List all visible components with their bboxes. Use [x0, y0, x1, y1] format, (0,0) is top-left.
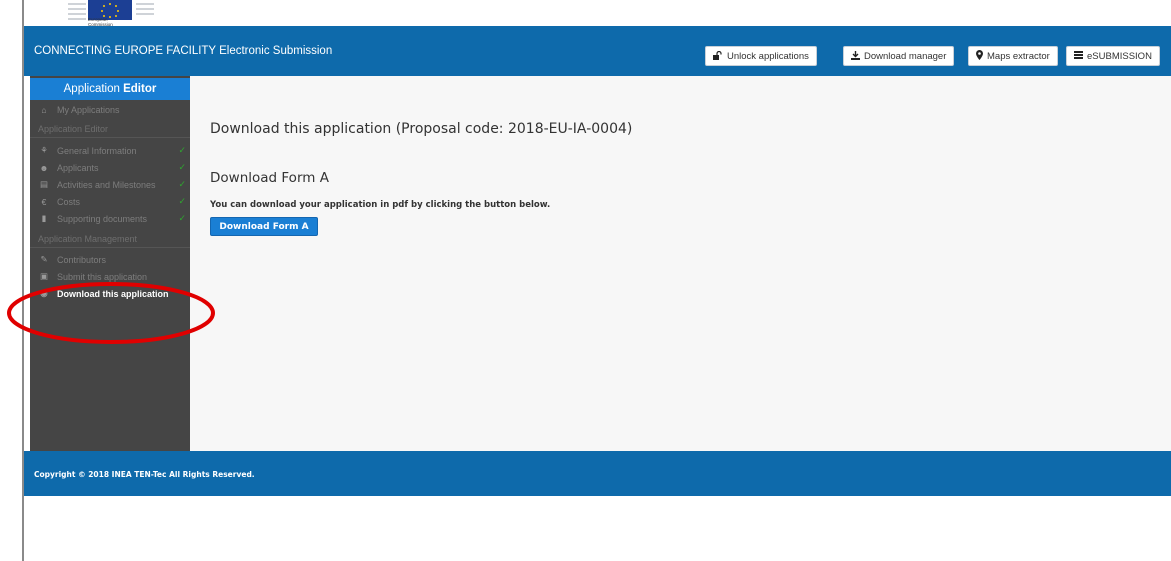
section-title: Download Form A — [210, 170, 329, 186]
submit-icon: ▣ — [39, 271, 49, 281]
file-icon: ▮ — [41, 213, 47, 223]
check-icon: ✓ — [178, 196, 186, 206]
sidebar-item-label: Contributors — [57, 254, 107, 265]
logo-bar — [68, 3, 86, 5]
sidebar-item-submit-this-application[interactable]: ▣ Submit this application — [30, 268, 190, 285]
copyright-text: Copyright © 2018 INEA TEN-Tec All Rights… — [34, 470, 255, 479]
app-title: CONNECTING EUROPE FACILITY Electronic Su… — [34, 45, 333, 57]
sidebar-item-download-this-application[interactable]: ◉ Download this application — [30, 285, 190, 302]
logo-bar — [136, 13, 154, 15]
page-frame: European Commission CONNECTING EUROPE FA… — [0, 0, 1171, 561]
check-icon: ✓ — [178, 179, 186, 189]
home-icon: ⌂ — [41, 104, 47, 115]
download-form-a-button[interactable]: Download Form A — [210, 217, 318, 236]
logo-bar — [68, 18, 86, 20]
sidebar-section-application-management: Application Management — [30, 230, 190, 248]
logo-bar — [136, 3, 154, 5]
logo-strip: European Commission — [24, 0, 1171, 27]
euro-icon: € — [41, 196, 47, 207]
sidebar-item-activities-and-milestones[interactable]: ▤ Activities and Milestones ✓ — [30, 176, 190, 193]
footer: Copyright © 2018 INEA TEN-Tec All Rights… — [24, 451, 1171, 496]
esubmission-button[interactable]: eSUBMISSION — [1066, 46, 1160, 66]
download-manager-label: Download manager — [864, 50, 947, 62]
logo-bar — [136, 8, 154, 10]
sidebar-item-general-information[interactable]: ⚘ General Information ✓ — [30, 142, 190, 159]
top-header: CONNECTING EUROPE FACILITY Electronic Su… — [24, 26, 1171, 76]
check-icon: ✓ — [178, 145, 186, 155]
sidebar-item-my-applications[interactable]: ⌂ My Applications — [30, 101, 190, 118]
check-icon: ✓ — [178, 213, 186, 223]
esubmission-label: eSUBMISSION — [1087, 50, 1152, 62]
maps-extractor-label: Maps extractor — [987, 50, 1050, 62]
download-icon — [851, 50, 860, 62]
sidebar-item-label: Costs — [57, 196, 81, 207]
sidebar-item-label: Supporting documents — [57, 213, 148, 224]
unlock-icon — [713, 50, 723, 62]
sidebar: Application Editor ⌂ My Applications App… — [30, 76, 190, 451]
sidebar-title: Application Editor — [30, 78, 190, 100]
sidebar-item-label: Applicants — [57, 162, 99, 173]
sidebar-item-costs[interactable]: € Costs ✓ — [30, 193, 190, 210]
sidebar-item-label: My Applications — [57, 104, 120, 115]
unlock-applications-button[interactable]: Unlock applications — [705, 46, 817, 66]
sidebar-item-applicants[interactable]: ☻ Applicants ✓ — [30, 159, 190, 176]
sidebar-title-prefix: Application — [63, 83, 124, 95]
map-marker-icon — [976, 50, 983, 62]
pencil-icon: ✎ — [40, 254, 48, 264]
list-icon — [1074, 51, 1083, 61]
main-content: Download this application (Proposal code… — [190, 76, 1171, 451]
european-commission-logo[interactable]: European Commission — [68, 0, 160, 27]
download-circle-icon: ◉ — [40, 288, 48, 298]
users-icon: ☻ — [39, 162, 49, 173]
sitemap-icon: ⚘ — [40, 145, 48, 155]
download-manager-button[interactable]: Download manager — [843, 46, 955, 66]
page-title: Download this application (Proposal code… — [210, 121, 633, 137]
sidebar-item-label: Activities and Milestones — [57, 179, 156, 190]
sidebar-item-contributors[interactable]: ✎ Contributors — [30, 251, 190, 268]
list-alt-icon: ▤ — [39, 179, 49, 189]
instruction-text: You can download your application in pdf… — [210, 200, 551, 210]
sidebar-item-label: Download this application — [57, 288, 169, 299]
sidebar-item-supporting-documents[interactable]: ▮ Supporting documents ✓ — [30, 210, 190, 227]
logo-bar — [68, 8, 86, 10]
sidebar-item-label: General Information — [57, 145, 137, 156]
sidebar-item-label: Submit this application — [57, 271, 148, 282]
sidebar-title-bold: Editor — [123, 83, 157, 95]
maps-extractor-button[interactable]: Maps extractor — [968, 46, 1058, 66]
check-icon: ✓ — [178, 162, 186, 172]
unlock-applications-label: Unlock applications — [727, 50, 809, 62]
sidebar-section-application-editor: Application Editor — [30, 120, 190, 138]
logo-bar — [68, 13, 86, 15]
